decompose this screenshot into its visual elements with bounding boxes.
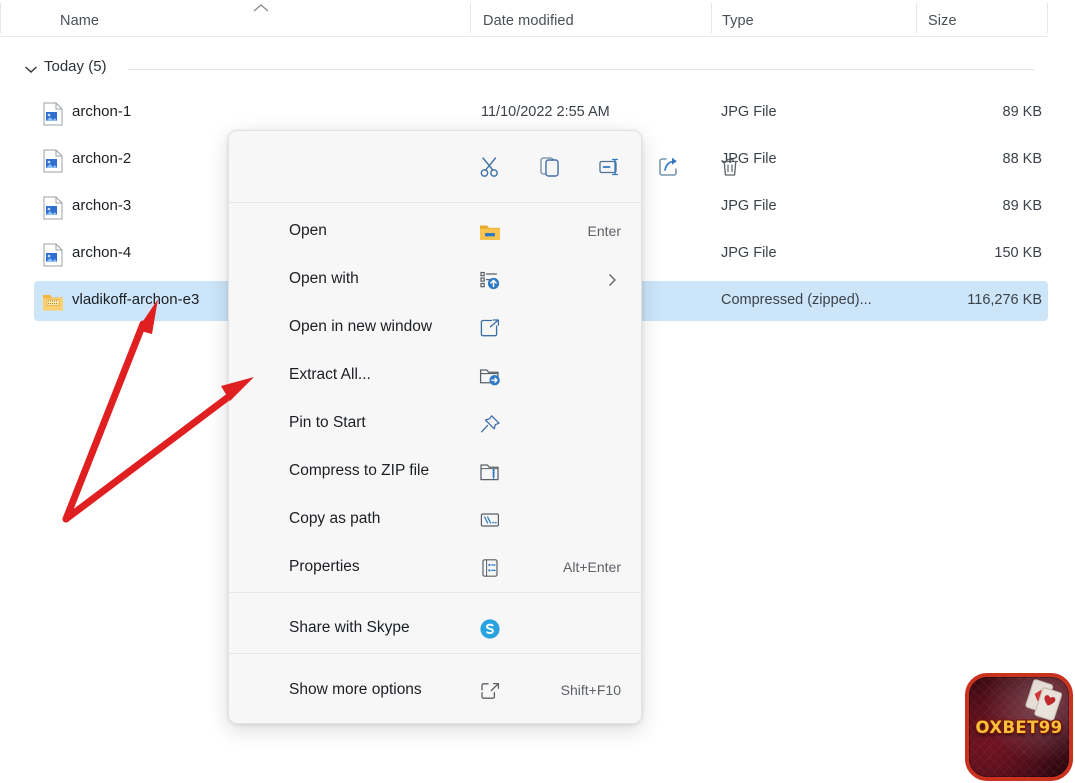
- menu-item-copy-as-path[interactable]: Copy as path: [229, 496, 641, 544]
- copy-button[interactable]: [527, 144, 573, 190]
- compress-zip-icon: [480, 464, 499, 481]
- copy-icon: [540, 157, 559, 177]
- extract-all-icon: [479, 369, 500, 386]
- open-with-icon-wrap: [476, 256, 504, 304]
- list-right-gutter: [1048, 0, 1075, 320]
- cut-icon: [480, 157, 498, 177]
- menu-item-accelerator: Enter: [587, 223, 621, 239]
- menu-item-properties[interactable]: Properties Alt+Enter: [229, 544, 641, 592]
- group-header-today[interactable]: Today (5): [0, 55, 1048, 83]
- toolbar-divider: [229, 202, 641, 203]
- menu-item-label: Open with: [289, 270, 359, 287]
- column-header-row: Name Date modified Type Size: [0, 0, 1048, 36]
- copy-as-path-icon-wrap: [476, 496, 504, 544]
- column-divider: [0, 3, 1, 33]
- menu-item-label: Pin to Start: [289, 414, 366, 431]
- menu-item-accelerator: Shift+F10: [560, 682, 621, 698]
- menu-item-pin-to-start[interactable]: Pin to Start: [229, 400, 641, 448]
- chevron-down-icon[interactable]: [24, 63, 38, 75]
- copy-as-path-icon: [480, 513, 500, 527]
- menu-item-label: Compress to ZIP file: [289, 462, 430, 479]
- group-header-rule: [128, 69, 1034, 70]
- watermark-logo: OXBET99: [965, 673, 1073, 781]
- context-menu: Open Enter Open with Open in new window …: [228, 130, 739, 724]
- compress-zip-icon-wrap: [476, 448, 504, 496]
- column-divider: [916, 3, 917, 33]
- column-header-date-modified[interactable]: Date modified: [483, 13, 574, 29]
- menu-item-extract-all[interactable]: Extract All...: [229, 352, 641, 400]
- menu-item-accelerator: Alt+Enter: [563, 559, 621, 575]
- menu-separator: [229, 592, 641, 593]
- extract-all-icon-wrap: [476, 352, 504, 400]
- table-row[interactable]: archon-1 11/10/2022 2:55 AM JPG File 89 …: [0, 93, 1048, 133]
- column-divider: [470, 3, 471, 33]
- menu-item-label: Open in new window: [289, 318, 433, 335]
- column-header-name[interactable]: Name: [60, 13, 99, 29]
- menu-item-open[interactable]: Open Enter: [229, 208, 641, 256]
- menu-item-open-in-new-window[interactable]: Open in new window: [229, 304, 641, 352]
- chevron-up-icon: [253, 4, 269, 12]
- rename-button[interactable]: [587, 144, 633, 190]
- column-header-size[interactable]: Size: [928, 13, 957, 29]
- delete-icon: [721, 158, 739, 176]
- cut-button[interactable]: [467, 144, 513, 190]
- header-divider: [0, 36, 1048, 37]
- column-divider: [711, 3, 712, 33]
- open-with-icon: [480, 271, 500, 290]
- menu-separator: [229, 653, 641, 654]
- open-in-new-window-icon-wrap: [476, 304, 504, 352]
- watermark-text: OXBET99: [975, 717, 1063, 737]
- file-size: 89 KB: [1002, 104, 1043, 120]
- group-header-label: Today (5): [44, 58, 107, 75]
- menu-item-compress-to-zip[interactable]: Compress to ZIP file: [229, 448, 641, 496]
- context-menu-toolbar: [229, 131, 739, 202]
- skype-icon-wrap: [476, 605, 504, 653]
- pin-to-start-icon-wrap: [476, 400, 504, 448]
- rename-icon: [599, 158, 619, 176]
- menu-item-share-with-skype[interactable]: Share with Skype: [229, 605, 641, 653]
- arrow-to-extract-all: [62, 377, 254, 523]
- delete-button[interactable]: [707, 144, 753, 190]
- share-button[interactable]: [647, 144, 693, 190]
- arrow-to-selected-file: [62, 299, 158, 523]
- share-icon: [659, 157, 677, 176]
- menu-item-show-more-options[interactable]: Show more options Shift+F10: [229, 667, 641, 715]
- skype-icon: [480, 619, 500, 639]
- menu-item-label: Share with Skype: [289, 619, 410, 636]
- column-header-type[interactable]: Type: [722, 13, 754, 29]
- pin-to-start-icon: [480, 415, 500, 433]
- open-in-new-window-icon: [480, 319, 500, 337]
- menu-item-label: Extract All...: [289, 366, 371, 383]
- menu-item-label: Copy as path: [289, 510, 381, 527]
- chevron-right-icon[interactable]: [605, 273, 619, 287]
- menu-item-open-with[interactable]: Open with: [229, 256, 641, 304]
